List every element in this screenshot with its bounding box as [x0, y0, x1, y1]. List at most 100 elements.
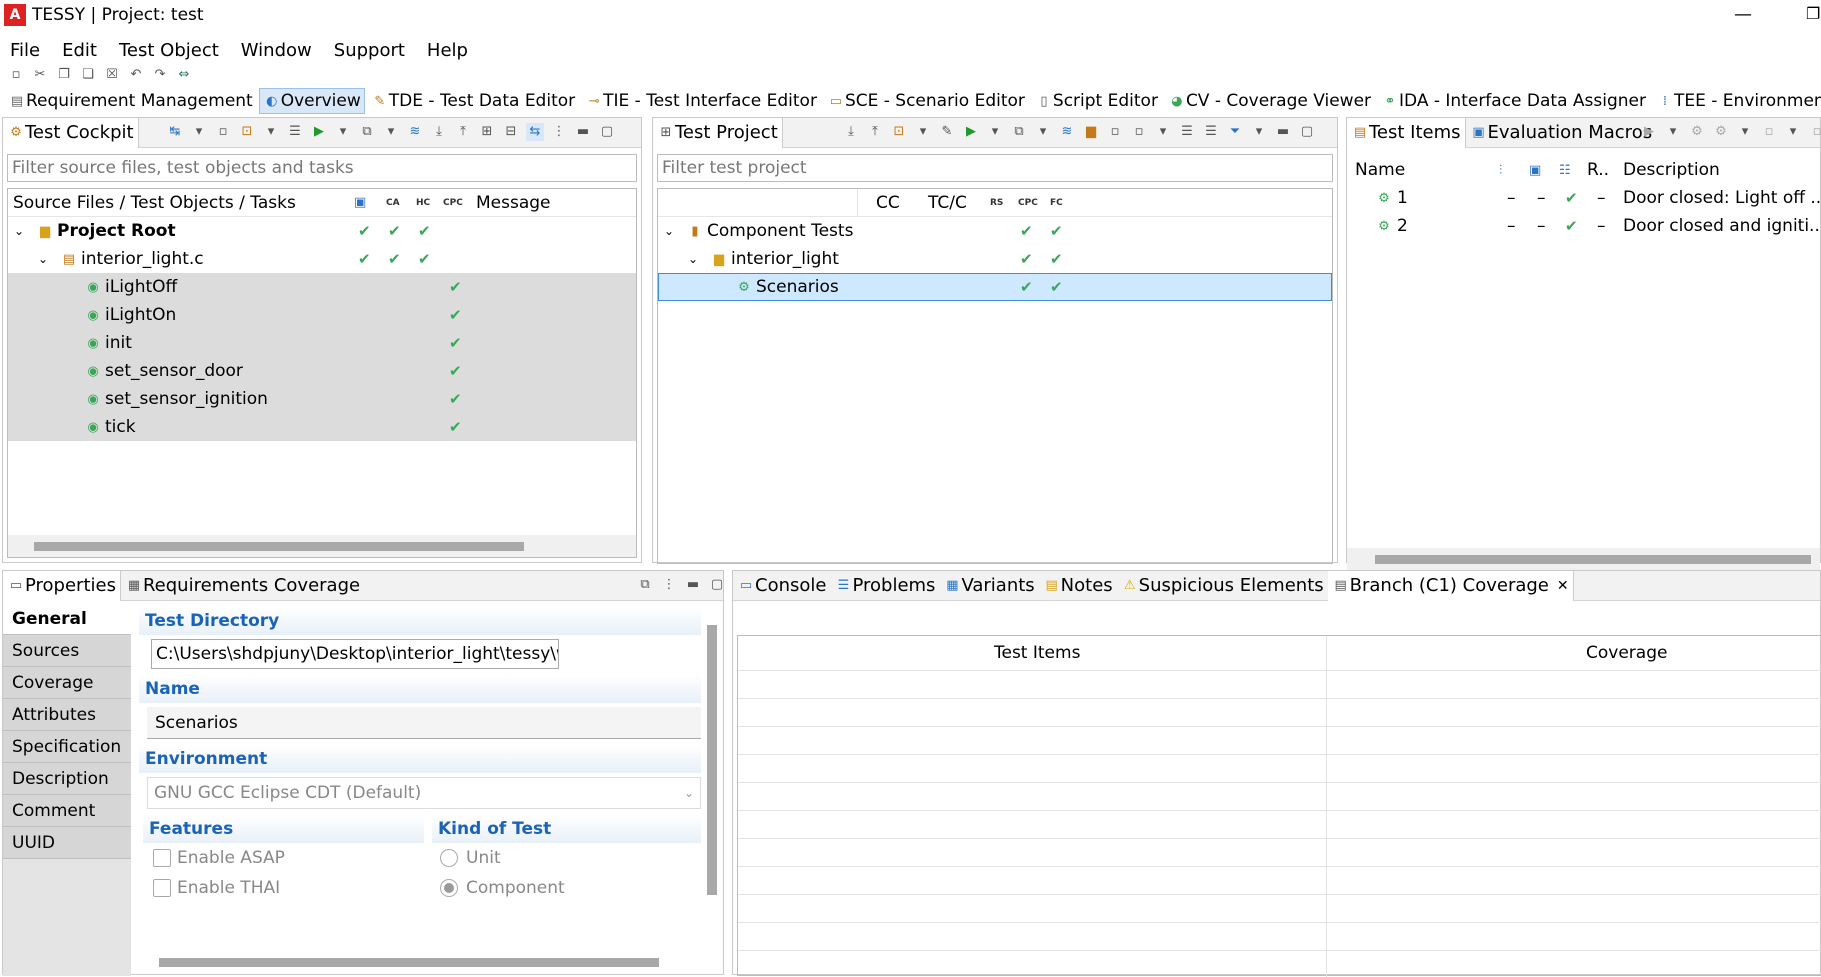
tab-variants[interactable]: ▦ Variants — [939, 571, 1038, 601]
side-tab-sources[interactable]: Sources — [3, 635, 131, 667]
checkbox-icon[interactable] — [153, 879, 171, 897]
select-icon[interactable]: ⊡ — [238, 123, 256, 141]
chevron-down-icon[interactable]: ⌄ — [38, 252, 48, 266]
perspective-script-editor[interactable]: ▯ Script Editor — [1035, 91, 1158, 111]
paste-icon[interactable]: ❏ — [79, 66, 97, 84]
tab-test-items[interactable]: ▤ Test Items — [1347, 117, 1466, 148]
run-icon[interactable]: ▶ — [1640, 123, 1658, 141]
import-icon[interactable]: ⤓ — [430, 123, 448, 141]
feature-asap[interactable]: Enable ASAP — [153, 843, 424, 873]
chevron-down-icon[interactable]: ⌄ — [664, 224, 674, 238]
feature-thai[interactable]: Enable THAI — [153, 873, 424, 903]
col-name[interactable]: Name — [1355, 160, 1405, 180]
perspective-tee[interactable]: ⁞TEE - Environment Editor — [1656, 91, 1821, 111]
compare-icon[interactable]: ⇔ — [175, 66, 193, 84]
side-tab-comment[interactable]: Comment — [3, 795, 131, 827]
new-item-icon[interactable]: ▫ — [1130, 123, 1148, 141]
perspective-tie[interactable]: ⊸ TIE - Test Interface Editor — [585, 91, 817, 111]
col-icon-3[interactable]: ☷ — [1559, 163, 1571, 178]
test-directory-field[interactable]: C:\Users\shdpjuny\Desktop\interior_light… — [151, 639, 559, 669]
project-filter-input[interactable]: Filter test project — [657, 154, 1333, 182]
environment-select[interactable]: GNU GCC Eclipse CDT (Default) ⌄ — [147, 777, 701, 809]
menu-test-object[interactable]: Test Object — [119, 40, 219, 61]
tab-console[interactable]: ▭ Console — [733, 571, 830, 601]
tree-row-scenarios[interactable]: ⚙ Scenarios ✔ ✔ — [658, 273, 1332, 301]
tab-problems[interactable]: ☰ Problems — [830, 571, 939, 601]
collapse-all-icon[interactable]: ⊟ — [502, 123, 520, 141]
tree-row-file[interactable]: ⌄ ▤ interior_light.c ✔ ✔ ✔ — [8, 245, 636, 273]
dropdown-icon[interactable]: ▾ — [1736, 123, 1754, 141]
report-icon[interactable]: ⧉ — [1010, 123, 1028, 141]
maximize-view-icon[interactable]: ▢ — [1298, 123, 1316, 141]
cut-icon[interactable]: ✂ — [31, 66, 49, 84]
dropdown-icon[interactable]: ▾ — [1784, 123, 1802, 141]
new-icon[interactable]: ▫ — [7, 66, 25, 84]
copy-icon[interactable]: ❐ — [55, 66, 73, 84]
col-cc[interactable]: CC — [876, 193, 900, 213]
side-tab-description[interactable]: Description — [3, 763, 131, 795]
select-icon[interactable]: ⊡ — [890, 123, 908, 141]
maximize-view-icon[interactable]: ▢ — [708, 576, 726, 594]
view-menu-icon[interactable]: ⋮ — [550, 123, 568, 141]
col-cpc[interactable]: CPC — [443, 198, 463, 208]
col-coverage[interactable]: Coverage — [1586, 643, 1667, 663]
side-tab-coverage[interactable]: Coverage — [3, 667, 131, 699]
col-icon-2[interactable]: ▣ — [1529, 163, 1541, 178]
sync-icon[interactable]: ↹ — [166, 123, 184, 141]
col-test-items[interactable]: Test Items — [994, 643, 1080, 663]
edit-list-icon[interactable]: ☰ — [286, 123, 304, 141]
layers-icon[interactable]: ≋ — [406, 123, 424, 141]
tree-row-module[interactable]: ⌄ ▆ interior_light ✔ ✔ — [658, 245, 1332, 273]
col-icon-1[interactable]: ⫶ — [1499, 163, 1502, 178]
menu-help[interactable]: Help — [427, 40, 468, 61]
dropdown-icon[interactable]: ▾ — [190, 123, 208, 141]
view-menu-icon[interactable]: ⋮ — [660, 576, 678, 594]
col-source-files[interactable]: Source Files / Test Objects / Tasks — [13, 193, 296, 213]
horizontal-scrollbar[interactable] — [159, 958, 659, 967]
kind-unit[interactable]: Unit — [440, 843, 701, 873]
more-icon[interactable]: ▫ — [1808, 123, 1821, 141]
radio-icon[interactable] — [440, 849, 458, 867]
tree-row-function[interactable]: ◉ set_sensor_door ✔ — [8, 357, 636, 385]
side-tab-general[interactable]: General — [3, 603, 131, 635]
col-message[interactable]: Message — [476, 193, 551, 213]
menu-edit[interactable]: Edit — [62, 40, 97, 61]
col-ca[interactable]: CA — [386, 198, 400, 208]
col-cpc[interactable]: CPC — [1018, 198, 1038, 208]
kind-component[interactable]: Component — [440, 873, 701, 903]
tab-suspicious-elements[interactable]: ⚠ Suspicious Elements — [1117, 571, 1328, 601]
menu-support[interactable]: Support — [334, 40, 405, 61]
dropdown-icon[interactable]: ▾ — [334, 123, 352, 141]
run-col-icon[interactable]: ▣ — [354, 195, 366, 210]
report-icon[interactable]: ⧉ — [358, 123, 376, 141]
minimize-icon[interactable]: — — [1734, 4, 1752, 25]
export-icon[interactable]: ⤒ — [454, 123, 472, 141]
perspective-tde[interactable]: ✎ TDE - Test Data Editor — [371, 91, 575, 111]
tab-branch-coverage[interactable]: ▤ Branch (C1) Coverage ✕ — [1327, 570, 1574, 601]
tab-properties[interactable]: ▭ Properties — [3, 570, 121, 601]
delete-icon[interactable]: ☒ — [103, 66, 121, 84]
open-icon[interactable]: ⧉ — [636, 576, 654, 594]
vertical-scrollbar[interactable] — [707, 625, 717, 895]
tab-test-cockpit[interactable]: ⚙ Test Cockpit — [3, 117, 139, 148]
menu-file[interactable]: File — [10, 40, 40, 61]
tree-row-function[interactable]: ◉ set_sensor_ignition ✔ — [8, 385, 636, 413]
scrollbar-thumb[interactable] — [1375, 555, 1811, 564]
dropdown-icon[interactable]: ▾ — [1034, 123, 1052, 141]
close-icon[interactable]: ✕ — [1557, 578, 1569, 594]
import-icon[interactable]: ⤓ — [842, 123, 860, 141]
dropdown-icon[interactable]: ▾ — [914, 123, 932, 141]
tab-requirements-coverage[interactable]: ▦ Requirements Coverage — [121, 571, 364, 601]
new-folder-icon[interactable]: ▆ — [1082, 123, 1100, 141]
dropdown-icon[interactable]: ▾ — [986, 123, 1004, 141]
cockpit-filter-input[interactable]: Filter source files, test objects and ta… — [7, 154, 637, 182]
new-item-icon[interactable]: ⚙ — [1712, 123, 1730, 141]
checkbox-icon[interactable] — [153, 849, 171, 867]
horizontal-scrollbar[interactable] — [8, 535, 636, 557]
list-icon[interactable]: ☰ — [1178, 123, 1196, 141]
chevron-down-icon[interactable]: ⌄ — [688, 252, 698, 266]
redo-icon[interactable]: ↷ — [151, 66, 169, 84]
dropdown-icon[interactable]: ▾ — [1664, 123, 1682, 141]
restore-icon[interactable]: ❐ — [1806, 4, 1820, 23]
delete-icon[interactable]: ▫ — [1760, 123, 1778, 141]
